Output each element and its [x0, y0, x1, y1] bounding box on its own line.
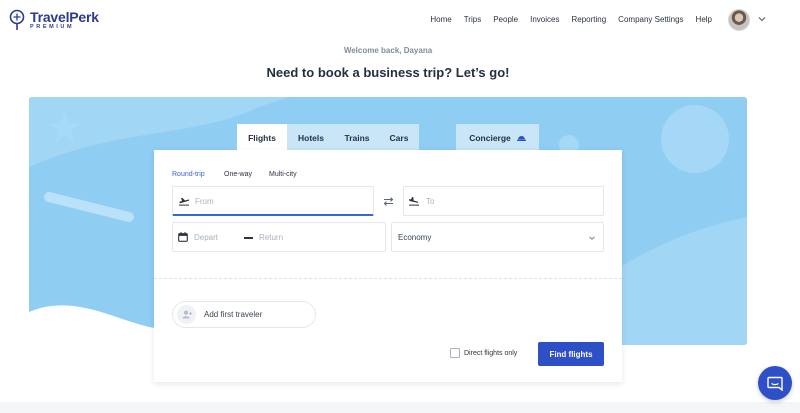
logo-name: TravelPerk	[30, 8, 99, 25]
nav-help[interactable]: Help	[696, 15, 712, 24]
concierge-label: Concierge	[469, 132, 511, 143]
tab-flights[interactable]: Flights	[237, 124, 287, 151]
footer-band	[0, 402, 800, 413]
plane-landing-icon	[409, 197, 419, 206]
nav-company-settings[interactable]: Company Settings	[618, 15, 683, 24]
user-avatar[interactable]	[728, 9, 750, 31]
location-pin-logo-icon	[9, 9, 25, 30]
chevron-down-icon	[589, 236, 595, 241]
trip-type-round-trip[interactable]: Round-trip	[172, 171, 205, 178]
add-user-icon	[177, 305, 196, 324]
find-flights-button[interactable]: Find flights	[538, 342, 604, 366]
page-headline: Need to book a business trip? Let’s go!	[266, 65, 510, 80]
add-traveler-label: Add first traveler	[204, 310, 263, 319]
logo-tier: PREMIUM	[30, 23, 75, 30]
calendar-icon	[178, 232, 188, 242]
depart-placeholder: Depart	[194, 233, 219, 242]
concierge-bell-icon	[516, 136, 526, 141]
chat-launcher-button[interactable]	[758, 366, 792, 400]
tab-trains[interactable]: Trains	[335, 124, 379, 151]
to-placeholder: To	[426, 197, 435, 206]
tab-hotels[interactable]: Hotels	[287, 124, 335, 151]
add-traveler-button[interactable]: Add first traveler	[172, 301, 316, 328]
cabin-class-select[interactable]: Economy	[391, 222, 604, 252]
plane-takeoff-icon	[179, 198, 190, 206]
nav-reporting[interactable]: Reporting	[571, 15, 606, 24]
from-placeholder: From	[195, 197, 214, 206]
direct-flights-checkbox[interactable]	[450, 348, 460, 358]
return-placeholder: Return	[259, 233, 284, 242]
card-divider	[154, 278, 622, 279]
booking-tabs: Flights Hotels Trains Cars	[237, 124, 419, 151]
trip-type-multi-city[interactable]: Multi-city	[269, 171, 297, 178]
chevron-down-icon[interactable]	[757, 14, 767, 24]
chat-icon	[767, 376, 783, 391]
welcome-message: Welcome back, Dayana	[343, 46, 433, 55]
top-header: TravelPerk PREMIUM Home Trips People Inv…	[0, 0, 800, 42]
tab-cars[interactable]: Cars	[379, 124, 419, 151]
date-separator	[244, 237, 253, 239]
to-input[interactable]: To	[403, 186, 604, 216]
date-range-input[interactable]: Depart Return	[172, 222, 386, 252]
travelperk-logo[interactable]: TravelPerk PREMIUM	[8, 9, 99, 31]
nav-home[interactable]: Home	[430, 15, 451, 24]
swap-button[interactable]	[374, 186, 402, 216]
trip-type-one-way[interactable]: One-way	[224, 171, 252, 178]
from-input[interactable]: From	[172, 186, 374, 216]
nav-trips[interactable]: Trips	[464, 15, 481, 24]
direct-flights-label: Direct flights only	[464, 349, 518, 357]
nav-invoices[interactable]: Invoices	[530, 15, 559, 24]
cabin-class-value: Economy	[398, 233, 432, 242]
nav-people[interactable]: People	[493, 15, 518, 24]
tab-concierge[interactable]: Concierge	[456, 124, 539, 151]
main-nav: Home Trips People Invoices Reporting Com…	[418, 15, 712, 24]
direct-flights-filter[interactable]: Direct flights only	[450, 348, 517, 358]
swap-arrows-icon	[383, 196, 393, 206]
